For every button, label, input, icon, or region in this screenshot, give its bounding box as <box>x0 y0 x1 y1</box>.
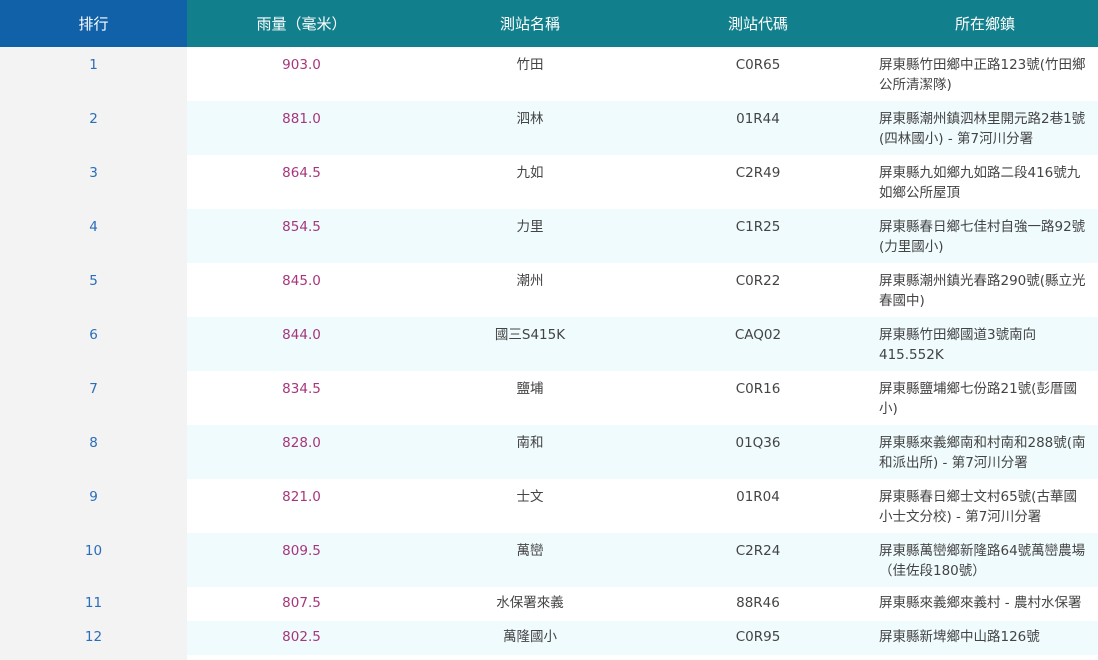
partial-cell <box>187 655 416 660</box>
rainfall-cell: 834.5 <box>187 371 416 425</box>
station-code-cell: C0R22 <box>644 263 872 317</box>
station-code-cell: 01R44 <box>644 101 872 155</box>
rank-cell: 3 <box>0 155 187 209</box>
station-name-cell: 泗林 <box>416 101 644 155</box>
station-name-cell: 萬巒 <box>416 533 644 587</box>
rainfall-cell: 807.5 <box>187 587 416 621</box>
rainfall-cell: 809.5 <box>187 533 416 587</box>
rainfall-cell: 864.5 <box>187 155 416 209</box>
header-station-code[interactable]: 測站代碼 <box>644 0 872 47</box>
table-row[interactable]: 1 903.0 竹田 C0R65 屏東縣竹田鄉中正路123號(竹田鄉公所清潔隊) <box>0 47 1098 101</box>
partial-cell <box>416 655 644 660</box>
table-row[interactable]: 11 807.5 水保署來義 88R46 屏東縣來義鄉來義村 - 農村水保署 <box>0 587 1098 621</box>
rank-cell: 9 <box>0 479 187 533</box>
rank-cell: 6 <box>0 317 187 371</box>
station-name-cell: 南和 <box>416 425 644 479</box>
station-code-cell: C1R25 <box>644 209 872 263</box>
station-name-cell: 士文 <box>416 479 644 533</box>
table-row[interactable]: 3 864.5 九如 C2R49 屏東縣九如鄉九如路二段416號九如鄉公所屋頂 <box>0 155 1098 209</box>
rank-cell: 5 <box>0 263 187 317</box>
station-code-cell: C2R24 <box>644 533 872 587</box>
township-cell: 屏東縣潮州鎮光春路290號(縣立光春國中) <box>872 263 1098 317</box>
station-name-cell: 鹽埔 <box>416 371 644 425</box>
township-cell: 屏東縣來義鄉來義村 - 農村水保署 <box>872 587 1098 621</box>
header-township[interactable]: 所在鄉鎮 <box>872 0 1098 47</box>
rainfall-cell: 802.5 <box>187 621 416 655</box>
table-row[interactable]: 7 834.5 鹽埔 C0R16 屏東縣鹽埔鄉七份路21號(彭厝國小) <box>0 371 1098 425</box>
station-name-cell: 水保署來義 <box>416 587 644 621</box>
rainfall-cell: 821.0 <box>187 479 416 533</box>
table-row[interactable]: 10 809.5 萬巒 C2R24 屏東縣萬巒鄉新隆路64號萬巒農場（佳佐段180號） <box>0 533 1098 587</box>
rainfall-cell: 881.0 <box>187 101 416 155</box>
rank-cell: 7 <box>0 371 187 425</box>
table-row[interactable]: 2 881.0 泗林 01R44 屏東縣潮州鎮泗林里開元路2巷1號(四林國小) - 第7… <box>0 101 1098 155</box>
station-name-cell: 九如 <box>416 155 644 209</box>
partial-cell <box>644 655 872 660</box>
station-code-cell: C0R16 <box>644 371 872 425</box>
rank-cell: 12 <box>0 621 187 655</box>
rainfall-cell: 828.0 <box>187 425 416 479</box>
township-cell: 屏東縣春日鄉士文村65號(古華國小士文分校) - 第7河川分署 <box>872 479 1098 533</box>
rainfall-cell: 903.0 <box>187 47 416 101</box>
table-row[interactable]: 9 821.0 士文 01R04 屏東縣春日鄉士文村65號(古華國小士文分校) - 第7… <box>0 479 1098 533</box>
township-cell: 屏東縣竹田鄉國道3號南向415.552K <box>872 317 1098 371</box>
table-row[interactable]: 6 844.0 國三S415K CAQ02 屏東縣竹田鄉國道3號南向415.552K <box>0 317 1098 371</box>
station-name-cell: 竹田 <box>416 47 644 101</box>
header-rainfall[interactable]: 雨量（毫米） <box>187 0 416 47</box>
township-cell: 屏東縣九如鄉九如路二段416號九如鄉公所屋頂 <box>872 155 1098 209</box>
station-code-cell: 01Q36 <box>644 425 872 479</box>
station-code-cell: 01R04 <box>644 479 872 533</box>
header-station-name[interactable]: 測站名稱 <box>416 0 644 47</box>
rank-cell: 10 <box>0 533 187 587</box>
rank-cell: 4 <box>0 209 187 263</box>
township-cell: 屏東縣新埤鄉中山路126號 <box>872 621 1098 655</box>
rainfall-cell: 844.0 <box>187 317 416 371</box>
rank-cell: 11 <box>0 587 187 621</box>
rainfall-cell: 845.0 <box>187 263 416 317</box>
rank-cell: 8 <box>0 425 187 479</box>
station-name-cell: 國三S415K <box>416 317 644 371</box>
partial-cell <box>872 655 1098 660</box>
station-code-cell: C0R65 <box>644 47 872 101</box>
station-code-cell: C0R95 <box>644 621 872 655</box>
township-cell: 屏東縣來義鄉南和村南和288號(南和派出所) - 第7河川分署 <box>872 425 1098 479</box>
table-row-partial <box>0 655 1098 660</box>
station-name-cell: 萬隆國小 <box>416 621 644 655</box>
rank-cell: 1 <box>0 47 187 101</box>
township-cell: 屏東縣萬巒鄉新隆路64號萬巒農場（佳佐段180號） <box>872 533 1098 587</box>
station-name-cell: 潮州 <box>416 263 644 317</box>
rainfall-cell: 854.5 <box>187 209 416 263</box>
table-header: 排行 雨量（毫米） 測站名稱 測站代碼 所在鄉鎮 <box>0 0 1098 47</box>
rank-cell: 2 <box>0 101 187 155</box>
township-cell: 屏東縣潮州鎮泗林里開元路2巷1號(四林國小) - 第7河川分署 <box>872 101 1098 155</box>
table-row[interactable]: 4 854.5 力里 C1R25 屏東縣春日鄉七佳村自強一路92號(力里國小) <box>0 209 1098 263</box>
table-body: 1 903.0 竹田 C0R65 屏東縣竹田鄉中正路123號(竹田鄉公所清潔隊) 2 881… <box>0 47 1098 660</box>
township-cell: 屏東縣竹田鄉中正路123號(竹田鄉公所清潔隊) <box>872 47 1098 101</box>
table-row[interactable]: 5 845.0 潮州 C0R22 屏東縣潮州鎮光春路290號(縣立光春國中) <box>0 263 1098 317</box>
table-row[interactable]: 12 802.5 萬隆國小 C0R95 屏東縣新埤鄉中山路126號 <box>0 621 1098 655</box>
table-row[interactable]: 8 828.0 南和 01Q36 屏東縣來義鄉南和村南和288號(南和派出所) - 第7… <box>0 425 1098 479</box>
station-code-cell: C2R49 <box>644 155 872 209</box>
station-code-cell: 88R46 <box>644 587 872 621</box>
station-code-cell: CAQ02 <box>644 317 872 371</box>
partial-cell <box>0 655 187 660</box>
header-rank[interactable]: 排行 <box>0 0 187 47</box>
township-cell: 屏東縣鹽埔鄉七份路21號(彭厝國小) <box>872 371 1098 425</box>
rainfall-ranking-table: 排行 雨量（毫米） 測站名稱 測站代碼 所在鄉鎮 1 903.0 竹田 C0R65 屏東… <box>0 0 1098 660</box>
station-name-cell: 力里 <box>416 209 644 263</box>
township-cell: 屏東縣春日鄉七佳村自強一路92號(力里國小) <box>872 209 1098 263</box>
